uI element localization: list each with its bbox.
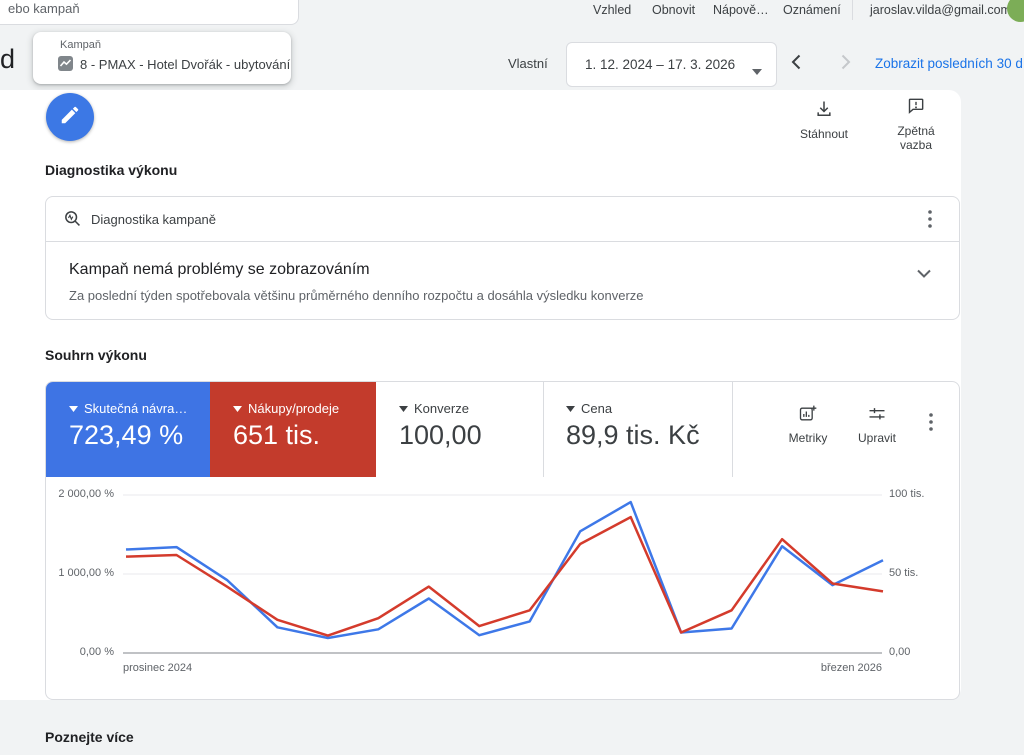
- campaign-selector-chip[interactable]: Kampaň 8 - PMAX - Hotel Dvořák - ubytová…: [33, 32, 291, 84]
- nav-item-help[interactable]: Nápově…: [713, 3, 769, 17]
- card-divider: [46, 241, 959, 242]
- more-vert-icon[interactable]: [923, 209, 937, 229]
- metric-label-row: Konverze: [399, 401, 469, 416]
- date-range-value: 1. 12. 2024 – 17. 3. 2026: [585, 57, 735, 72]
- metric-value: 723,49 %: [69, 420, 183, 451]
- discover-section-title: Poznejte více: [45, 729, 134, 745]
- x-axis-tick: prosinec 2024: [123, 662, 192, 674]
- x-axis-tick: březen 2026: [682, 662, 882, 674]
- metric-label: Skutečná návra…: [84, 401, 187, 416]
- metric-value: 651 tis.: [233, 420, 320, 451]
- campaign-chip-name: 8 - PMAX - Hotel Dvořák - ubytování: [80, 57, 290, 72]
- diagnostics-card-header: Diagnostika kampaně: [91, 212, 216, 227]
- search-input-value: ebo kampaň: [8, 1, 80, 16]
- right-axis-tick: 50 tis.: [889, 567, 918, 579]
- metric-value: 89,9 tis. Kč: [566, 420, 700, 451]
- metric-divider: [732, 382, 733, 477]
- metric-card-conversions[interactable]: Konverze 100,00: [376, 382, 541, 477]
- feedback-icon: [874, 96, 958, 119]
- account-avatar[interactable]: [1007, 0, 1024, 22]
- tune-icon: [844, 404, 910, 427]
- show-last-30-days-link[interactable]: Zobrazit posledních 30 d: [875, 56, 1023, 71]
- metric-divider: [543, 382, 544, 477]
- google-ads-overview-page: ebo kampaň Vzhled Obnovit Nápově… Oznáme…: [0, 0, 1024, 755]
- edit-fab-button[interactable]: [46, 93, 94, 141]
- date-mode-label: Vlastní: [508, 56, 548, 71]
- nav-item-refresh[interactable]: Obnovit: [652, 3, 695, 17]
- metric-label: Konverze: [414, 401, 469, 416]
- metric-label-row: Nákupy/prodeje: [233, 401, 339, 416]
- summary-section-title: Souhrn výkonu: [45, 347, 147, 363]
- chevron-left-icon[interactable]: [788, 53, 806, 71]
- caret-down-icon: [566, 406, 575, 412]
- topbar-divider: [852, 0, 853, 20]
- edit-chart-button[interactable]: Upravit: [844, 404, 910, 445]
- left-axis-tick: 1 000,00 %: [54, 567, 114, 579]
- date-range-dropdown[interactable]: 1. 12. 2024 – 17. 3. 2026: [566, 42, 777, 87]
- right-axis-tick: 0,00: [889, 646, 910, 658]
- caret-down-icon: [69, 406, 78, 412]
- metrics-button[interactable]: Metriky: [775, 404, 841, 445]
- left-axis-tick: 0,00 %: [54, 646, 114, 658]
- line-chart-icon: [58, 56, 73, 76]
- chevron-right-icon[interactable]: [836, 53, 854, 71]
- metric-card-cost[interactable]: Cena 89,9 tis. Kč: [541, 382, 731, 477]
- pencil-icon: [59, 104, 81, 131]
- expand-chevron-icon[interactable]: [916, 267, 932, 285]
- metrics-button-label: Metriky: [789, 431, 828, 445]
- nav-item-notifications[interactable]: Oznámení: [783, 3, 841, 17]
- account-email[interactable]: jaroslav.vilda@gmail.com: [870, 3, 1011, 17]
- download-button[interactable]: Stáhnout: [782, 99, 866, 141]
- feedback-label: Zpětná vazba: [893, 124, 939, 152]
- download-icon: [782, 99, 866, 122]
- metric-label: Nákupy/prodeje: [248, 401, 339, 416]
- metric-card-roas[interactable]: Skutečná návra… 723,49 %: [46, 382, 210, 477]
- metric-value: 100,00: [399, 420, 482, 451]
- caret-down-icon: [233, 406, 242, 412]
- caret-down-icon: [399, 406, 408, 412]
- search-input[interactable]: ebo kampaň: [0, 0, 299, 25]
- page-title-fragment: d: [0, 44, 15, 75]
- edit-button-label: Upravit: [858, 431, 896, 445]
- feedback-button[interactable]: Zpětná vazba: [874, 96, 958, 152]
- campaign-diagnostics-card: Diagnostika kampaně Kampaň nemá problémy…: [45, 196, 960, 320]
- diagnostics-status-title: Kampaň nemá problémy se zobrazováním: [69, 261, 370, 279]
- download-label: Stáhnout: [800, 127, 848, 141]
- diagnostics-status-detail: Za poslední týden spotřebovala většinu p…: [69, 288, 644, 303]
- metric-label: Cena: [581, 401, 612, 416]
- nav-item-appearance[interactable]: Vzhled: [593, 3, 631, 17]
- right-axis-tick: 100 tis.: [889, 488, 924, 500]
- more-vert-icon[interactable]: [924, 412, 938, 432]
- left-axis-tick: 2 000,00 %: [54, 488, 114, 500]
- chart-series-1: [126, 517, 883, 636]
- performance-summary-card: Skutečná návra… 723,49 % Nákupy/prodeje …: [45, 381, 960, 700]
- metric-card-purchases[interactable]: Nákupy/prodeje 651 tis.: [210, 382, 376, 477]
- metric-label-row: Skutečná návra…: [69, 401, 187, 416]
- campaign-chip-type-label: Kampaň: [60, 39, 101, 51]
- search-insights-icon: [63, 209, 82, 233]
- chevron-down-icon: [752, 62, 762, 80]
- metric-label-row: Cena: [566, 401, 612, 416]
- chart-add-icon: [775, 404, 841, 427]
- diagnostics-section-title: Diagnostika výkonu: [45, 162, 177, 178]
